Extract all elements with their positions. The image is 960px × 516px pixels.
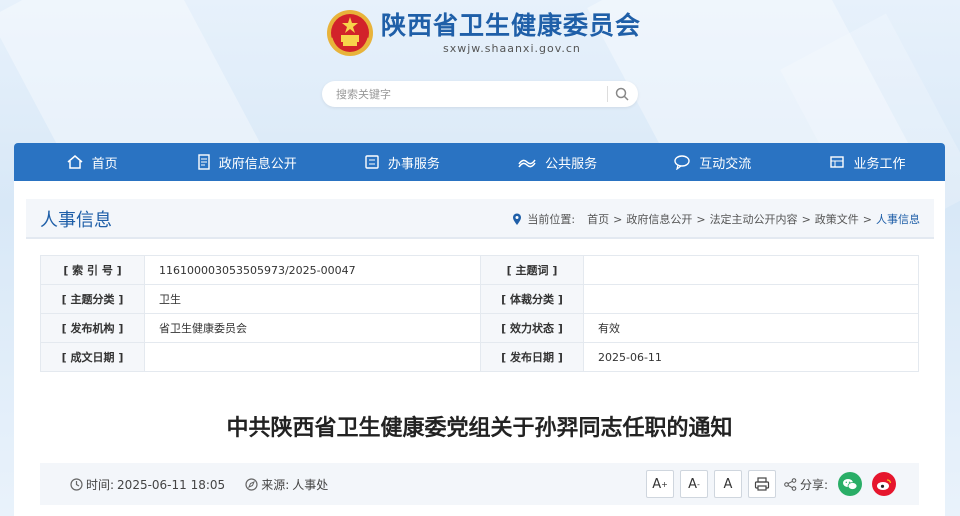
breadcrumb-statutory[interactable]: 法定主动公开内容	[710, 211, 798, 227]
font-decrease-button[interactable]: A-	[680, 470, 708, 498]
document-metadata-table: [ 索 引 号 ] 11610000305350597​3/2025-00047…	[40, 255, 919, 372]
minus-icon: -	[697, 479, 700, 489]
meta-key: [ 效力状态 ]	[480, 313, 584, 343]
nav-item-interaction[interactable]: 互动交流	[635, 143, 790, 181]
source-value: 人事处	[292, 478, 329, 492]
breadcrumb-prefix: 当前位置:	[527, 213, 576, 226]
meta-value: 有效	[583, 313, 919, 343]
wechat-icon	[843, 478, 858, 490]
source-group: 来源: 人事处	[245, 476, 328, 493]
weibo-icon	[877, 478, 892, 490]
meta-value: 11610000305350597​3/2025-00047	[144, 255, 481, 285]
nav-item-home[interactable]: 首页	[14, 143, 169, 181]
public-service-icon	[518, 159, 536, 168]
breadcrumb-home[interactable]: 首页	[587, 211, 609, 227]
search-icon	[615, 87, 629, 101]
meta-key: [ 索 引 号 ]	[40, 255, 145, 285]
meta-key: [ 发布机构 ]	[40, 313, 145, 343]
table-row: [ 成文日期 ] [ 发布日期 ] 2025-06-11	[40, 342, 919, 372]
font-reset-label: A	[723, 476, 733, 492]
table-row: [ 索 引 号 ] 11610000305350597​3/2025-00047…	[40, 255, 919, 285]
meta-value: 卫生	[144, 284, 481, 314]
nav-item-public-services[interactable]: 公共服务	[480, 143, 635, 181]
time-value: 2025-06-11 18:05	[117, 477, 226, 492]
share-label-group: 分享:	[784, 476, 828, 493]
share-weibo-button[interactable]	[872, 472, 897, 496]
print-button[interactable]	[748, 470, 776, 498]
breadcrumb-gov-info[interactable]: 政府信息公开	[626, 211, 692, 227]
document-icon	[198, 154, 210, 170]
source-label: 来源:	[261, 478, 290, 492]
time-label: 时间:	[86, 478, 115, 492]
nav-item-gov-info[interactable]: 政府信息公开	[169, 143, 324, 181]
site-header: 陕西省卫生健康委员会 sxwjw.shaanxi.gov.cn	[0, 0, 960, 140]
nav-item-work[interactable]: 业务工作	[790, 143, 945, 181]
section-title: 人事信息	[40, 210, 112, 231]
meta-value: 省卫生健康委员会	[144, 313, 481, 343]
table-row: [ 发布机构 ] 省卫生健康委员会 [ 效力状态 ] 有效	[40, 313, 919, 343]
nav-item-label: 政府信息公开	[218, 156, 297, 172]
meta-value	[583, 284, 919, 314]
site-title: 陕西省卫生健康委员会	[381, 11, 642, 40]
meta-key: [ 主题词 ]	[480, 255, 584, 285]
font-increase-label: A	[652, 476, 662, 492]
breadcrumb-current[interactable]: 人事信息	[876, 211, 920, 227]
document-title: 中共陕西省卫生健康委党组关于孙羿同志任职的通知	[226, 416, 733, 441]
share-label: 分享:	[800, 477, 829, 492]
font-reset-button[interactable]: A	[714, 470, 742, 498]
main-nav: 首页 政府信息公开 办事服务 公共服务 互动交流 业务工作	[14, 143, 945, 181]
site-logo[interactable]: 陕西省卫生健康委员会 sxwjw.shaanxi.gov.cn	[325, 8, 641, 58]
chat-icon	[674, 155, 690, 170]
nav-item-label: 办事服务	[387, 156, 440, 172]
search-box	[322, 81, 638, 107]
search-input[interactable]	[322, 82, 607, 106]
share-icon	[784, 477, 797, 491]
content-panel: 人事信息 当前位置: 首页 > 政府信息公开 > 法定主动公开内容 > 政策文件…	[14, 181, 945, 516]
breadcrumb-separator: >	[696, 212, 706, 226]
breadcrumb-separator: >	[801, 212, 811, 226]
breadcrumb-separator: >	[613, 212, 623, 226]
section-header: 人事信息 当前位置: 首页 > 政府信息公开 > 法定主动公开内容 > 政策文件…	[26, 199, 934, 239]
search-button[interactable]	[608, 82, 636, 106]
plus-icon: +	[661, 479, 668, 489]
work-icon	[830, 156, 845, 168]
document-meta-line: 时间: 2025-06-11 18:05 来源: 人事处	[70, 476, 328, 493]
meta-key: [ 体裁分类 ]	[480, 284, 584, 314]
location-pin-icon	[513, 213, 522, 225]
document-info-bar: 时间: 2025-06-11 18:05 来源: 人事处 A + A- A 分享:	[40, 463, 919, 505]
meta-value: 2025-06-11	[583, 342, 919, 372]
meta-value	[144, 342, 481, 372]
nav-item-label: 互动交流	[699, 156, 752, 172]
font-decrease-label: A	[688, 476, 697, 492]
national-emblem-icon	[327, 10, 373, 56]
breadcrumb-separator: >	[862, 212, 872, 226]
meta-value	[583, 255, 919, 285]
share-wechat-button[interactable]	[838, 472, 863, 496]
breadcrumb-policy[interactable]: 政策文件	[815, 211, 859, 227]
clock-icon	[70, 478, 83, 491]
compass-icon	[245, 478, 258, 491]
meta-key: [ 主题分类 ]	[40, 284, 145, 314]
table-row: [ 主题分类 ] 卫生 [ 体裁分类 ]	[40, 284, 919, 314]
site-domain: sxwjw.shaanxi.gov.cn	[443, 42, 581, 55]
home-icon	[67, 155, 83, 169]
service-icon	[365, 155, 379, 169]
nav-item-services[interactable]: 办事服务	[324, 143, 479, 181]
nav-item-label: 业务工作	[853, 156, 906, 172]
meta-key: [ 成文日期 ]	[40, 342, 145, 372]
meta-key: [ 发布日期 ]	[480, 342, 584, 372]
breadcrumb: 当前位置: 首页 > 政府信息公开 > 法定主动公开内容 > 政策文件 > 人事…	[512, 211, 920, 227]
font-increase-button[interactable]: A +	[646, 470, 674, 498]
printer-icon	[754, 477, 770, 491]
nav-item-label: 公共服务	[545, 156, 598, 172]
nav-item-label: 首页	[91, 156, 118, 172]
document-tools: A + A- A 分享:	[646, 470, 897, 498]
